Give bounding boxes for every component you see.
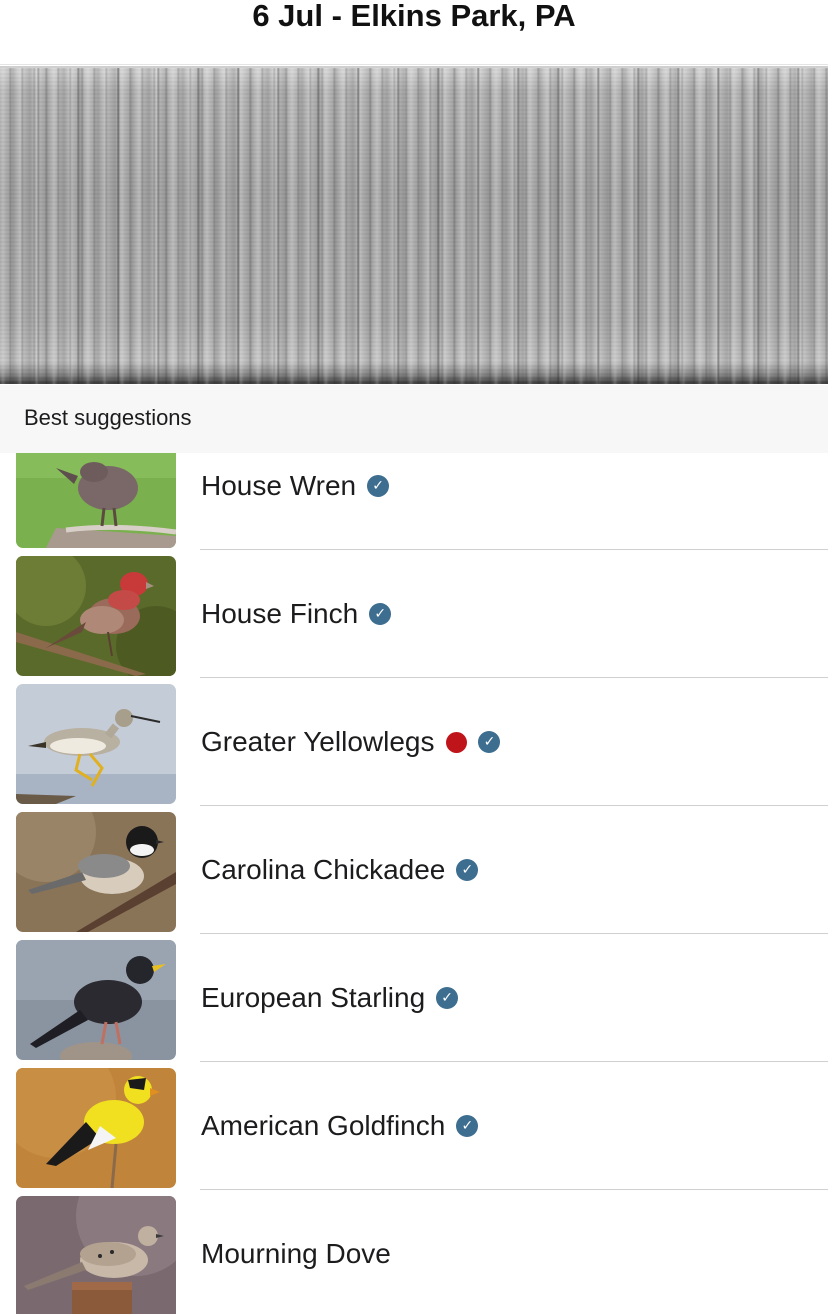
bird-name-text: Mourning Dove bbox=[201, 1238, 391, 1269]
check-badge-icon: ✓ bbox=[456, 859, 479, 881]
bird-thumbnail bbox=[16, 1068, 176, 1188]
bird-name: American Goldfinch ✓ bbox=[201, 1110, 479, 1142]
bird-name-text: House Wren bbox=[201, 470, 357, 501]
bird-name: Carolina Chickadee ✓ bbox=[201, 854, 479, 886]
bird-thumbnail bbox=[16, 684, 176, 804]
top-bar: 6 Jul - Elkins Park, PA bbox=[0, 0, 828, 65]
list-item[interactable]: Mourning Dove bbox=[0, 1190, 828, 1314]
check-badge-icon: ✓ bbox=[456, 1115, 479, 1137]
spectrogram-image[interactable] bbox=[0, 66, 828, 384]
bird-name-text: House Finch bbox=[201, 598, 359, 629]
bird-name-text: Carolina Chickadee bbox=[201, 854, 446, 885]
check-badge-icon: ✓ bbox=[478, 731, 501, 753]
check-badge-icon: ✓ bbox=[367, 475, 390, 497]
check-badge-icon: ✓ bbox=[369, 603, 392, 625]
list-item[interactable]: House Wren ✓ bbox=[0, 453, 828, 550]
bird-name: Mourning Dove bbox=[201, 1238, 391, 1270]
bird-thumbnail bbox=[16, 1196, 176, 1314]
bird-name-text: American Goldfinch bbox=[201, 1110, 446, 1141]
list-item[interactable]: American Goldfinch ✓ bbox=[0, 1062, 828, 1190]
bird-thumbnail bbox=[16, 812, 176, 932]
spectrogram-top-edge bbox=[0, 66, 828, 68]
bird-name: European Starling ✓ bbox=[201, 982, 459, 1014]
list-item[interactable]: Carolina Chickadee ✓ bbox=[0, 806, 828, 934]
bird-name: House Finch ✓ bbox=[201, 598, 392, 630]
section-title: Best suggestions bbox=[24, 405, 192, 430]
bird-thumbnail bbox=[16, 453, 176, 548]
list-item[interactable]: House Finch ✓ bbox=[0, 550, 828, 678]
bird-name-text: European Starling bbox=[201, 982, 426, 1013]
bird-thumbnail bbox=[16, 556, 176, 676]
suggestion-list: House Wren ✓ House Finch ✓ Greater Yello… bbox=[0, 453, 828, 1314]
bird-name-text: Greater Yellowlegs bbox=[201, 726, 435, 757]
bird-name: Greater Yellowlegs ✓ bbox=[201, 726, 501, 758]
bird-thumbnail bbox=[16, 940, 176, 1060]
list-item[interactable]: Greater Yellowlegs ✓ bbox=[0, 678, 828, 806]
check-badge-icon: ✓ bbox=[436, 987, 459, 1009]
section-header: Best suggestions bbox=[0, 385, 828, 453]
red-dot-icon bbox=[446, 731, 468, 753]
list-item[interactable]: European Starling ✓ bbox=[0, 934, 828, 1062]
bird-name: House Wren ✓ bbox=[201, 470, 390, 502]
page-title: 6 Jul - Elkins Park, PA bbox=[252, 0, 576, 33]
